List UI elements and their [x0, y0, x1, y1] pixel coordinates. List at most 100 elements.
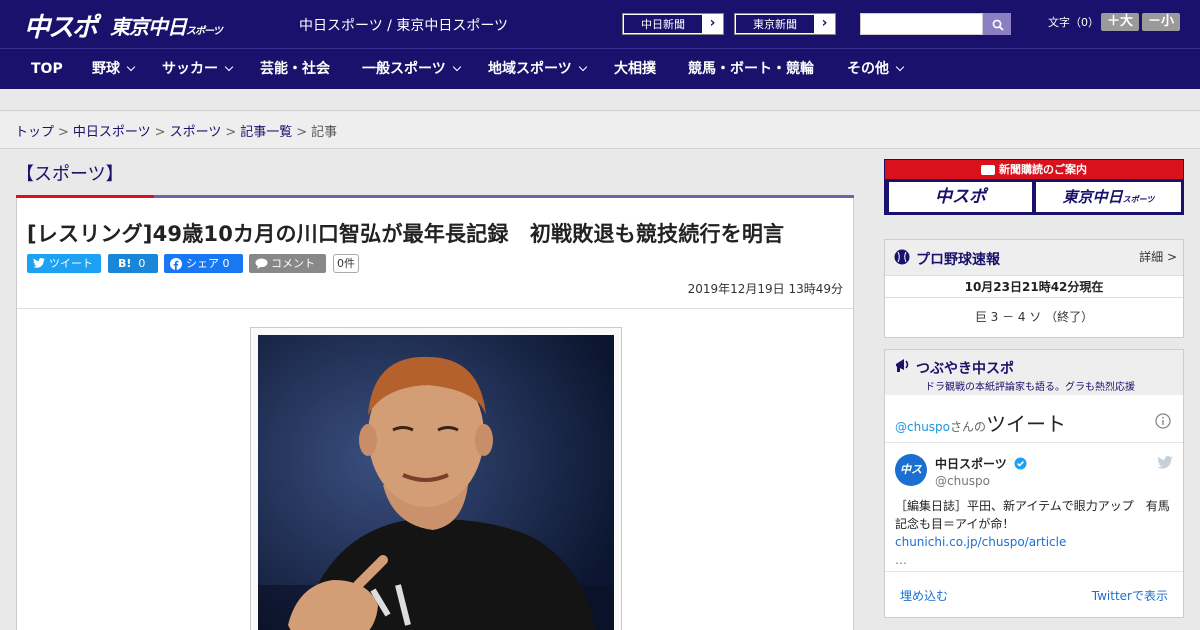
tokyo-shimbun-label: 東京新聞 [735, 14, 815, 34]
chevron-down-icon [895, 62, 905, 72]
tweet-account-name[interactable]: 中日スポーツ [935, 455, 1027, 472]
nav-label: 野球 [92, 61, 120, 77]
tweet-account-name-text: 中日スポーツ [935, 457, 1007, 471]
facebook-label: シェア [186, 257, 219, 270]
sub-tokyo-small: スポーツ [1122, 195, 1155, 204]
baseball-score-row[interactable]: 巨 3 － 4 ソ （終了） [885, 308, 1183, 325]
tweet-link[interactable]: chunichi.co.jp/chuspo/article [895, 535, 1066, 549]
comment-bubble-icon [255, 258, 268, 269]
breadcrumb-sports[interactable]: スポーツ [170, 125, 222, 140]
nav-local-sports[interactable]: 地域スポーツ [488, 49, 587, 90]
chunichi-shimbun-link[interactable]: 中日新聞 › [622, 13, 724, 35]
breadcrumb-separator: > [225, 125, 237, 140]
chevron-right-icon: › [709, 15, 716, 31]
embed-link[interactable]: 埋め込む [900, 587, 948, 604]
tokyo-logo-small: スポーツ [186, 26, 223, 37]
timeline-tweets-label: ツイート [986, 412, 1067, 436]
nav-top[interactable]: TOP [31, 49, 63, 90]
timeline-handle-link[interactable]: @chuspo [895, 420, 950, 434]
newspaper-icon [981, 165, 995, 175]
breadcrumb-top[interactable]: トップ [15, 125, 54, 140]
subscription-title: 新聞購読のご案内 [885, 160, 1183, 179]
chevron-down-icon [578, 62, 587, 72]
subscription-banner[interactable]: 新聞購読のご案内 中スポ 東京中日スポーツ [884, 159, 1184, 215]
nav-baseball[interactable]: 野球 [92, 49, 136, 90]
timeline-handle-suffix: さんの [950, 420, 987, 434]
subscription-chuspo-logo[interactable]: 中スポ [889, 182, 1032, 212]
article-photo[interactable] [258, 335, 614, 630]
tweet-button[interactable]: ツイート [27, 254, 101, 273]
verified-badge-icon [1014, 457, 1027, 470]
chevron-down-icon [126, 62, 136, 72]
nav-label: 一般スポーツ [362, 61, 446, 77]
divider [885, 442, 1183, 443]
tweet-account-handle[interactable]: @chuspo [935, 474, 990, 488]
nav-label: サッカー [162, 61, 218, 77]
sub-tokyo-text: 東京中日 [1062, 188, 1123, 206]
twitter-panel-subtitle: ドラ観戦の本紙評論家も語る。グラも熱烈応援 [925, 382, 1135, 393]
subscription-tokyo-logo[interactable]: 東京中日スポーツ [1036, 182, 1181, 212]
divider [17, 308, 853, 309]
article-date: 2019年12月19日 13時49分 [687, 282, 843, 296]
wrestler-photo-illustration [258, 335, 614, 630]
comment-button[interactable]: コメント [249, 254, 326, 273]
chevron-down-icon [452, 62, 461, 72]
top-header: 中スポ 東京中日スポーツ 中日スポーツ / 東京中日スポーツ 中日新聞 › 東京… [0, 0, 1200, 48]
facebook-share-button[interactable]: シェア 0 [164, 254, 243, 273]
breadcrumb-separator: > [154, 125, 166, 140]
ad-band [0, 89, 1200, 111]
main-nav: TOP 野球 サッカー 芸能・社会 一般スポーツ 地域スポーツ 大相撲 競馬・ボ… [0, 48, 1200, 89]
nav-label: その他 [847, 61, 889, 77]
nav-other[interactable]: その他 [847, 49, 905, 90]
nav-label: 競馬・ボート・競輪 [688, 61, 814, 77]
article-body: [レスリング]49歳10カ月の川口智弘が最年長記録 初戦敗退も競技続行を明言 ツ… [16, 198, 854, 630]
section-title: 【スポーツ】 [16, 164, 124, 185]
nav-label: 大相撲 [614, 61, 656, 77]
divider [885, 571, 1183, 572]
view-on-twitter-link[interactable]: Twitterで表示 [1092, 587, 1168, 604]
baseball-panel-header: プロ野球速報 詳細 > [885, 240, 1183, 275]
twitter-bird-icon [33, 258, 45, 268]
twitter-bird-icon[interactable] [1157, 456, 1173, 469]
twitter-panel-header: つぶやき中スポ ドラ観戦の本紙評論家も語る。グラも熱烈応援 [885, 350, 1183, 395]
nav-general-sports[interactable]: 一般スポーツ [362, 49, 461, 90]
avatar[interactable]: 中スポ [895, 454, 927, 486]
subscription-title-text: 新聞購読のご案内 [999, 163, 1087, 176]
chevron-down-icon [224, 62, 234, 72]
tokyo-chunichi-logo[interactable]: 東京中日スポーツ [110, 11, 223, 40]
nav-soccer[interactable]: サッカー [162, 49, 234, 90]
tokyo-shimbun-link[interactable]: 東京新聞 › [734, 13, 836, 35]
hatena-bookmark-button[interactable]: B! 0 [108, 254, 158, 273]
chuspo-logo[interactable]: 中スポ [24, 7, 98, 44]
breadcrumb-article-list[interactable]: 記事一覧 [240, 125, 292, 140]
baseball-timestamp: 10月23日21時42分現在 [885, 275, 1183, 298]
facebook-icon [170, 258, 182, 270]
info-icon[interactable] [1155, 413, 1171, 429]
breadcrumb-current: 記事 [311, 125, 338, 140]
nav-sumo[interactable]: 大相撲 [614, 49, 656, 90]
article-headline: [レスリング]49歳10カ月の川口智弘が最年長記録 初戦敗退も競技続行を明言 [27, 222, 785, 246]
breadcrumb-chunichi-sports[interactable]: 中日スポーツ [73, 125, 151, 140]
twitter-panel: つぶやき中スポ ドラ観戦の本紙評論家も語る。グラも熱烈応援 @chuspoさんの… [884, 349, 1184, 618]
font-smaller-button[interactable]: －小 [1142, 13, 1180, 31]
font-size-label: 文字（0） [1048, 16, 1099, 29]
nav-entertainment[interactable]: 芸能・社会 [260, 49, 330, 90]
breadcrumb: トップ > 中日スポーツ > スポーツ > 記事一覧 > 記事 [0, 111, 1200, 149]
baseball-scores-panel: プロ野球速報 詳細 > 10月23日21時42分現在 巨 3 － 4 ソ （終了… [884, 239, 1184, 338]
hatena-icon: B! [118, 257, 132, 270]
search-input[interactable] [860, 13, 983, 35]
tokyo-logo-text: 東京中日 [110, 15, 187, 39]
font-larger-button[interactable]: ＋大 [1101, 13, 1139, 31]
search-button[interactable] [983, 13, 1011, 35]
comment-label: コメント [271, 257, 315, 270]
tweet-body: ［編集日誌］平田、新アイテムで眼力アップ 有馬記念も目＝アイが命！ [895, 499, 1170, 531]
nav-racing[interactable]: 競馬・ボート・競輪 [688, 49, 814, 90]
article-photo-frame [250, 327, 622, 630]
baseball-icon [894, 249, 910, 265]
twitter-panel-title: つぶやき中スポ [916, 361, 1014, 377]
tweet-ellipsis: … [895, 553, 907, 567]
search-icon [992, 19, 1004, 31]
tweet-label: ツイート [49, 257, 93, 270]
megaphone-icon [896, 359, 909, 372]
baseball-more-link[interactable]: 詳細 > [1139, 248, 1177, 265]
